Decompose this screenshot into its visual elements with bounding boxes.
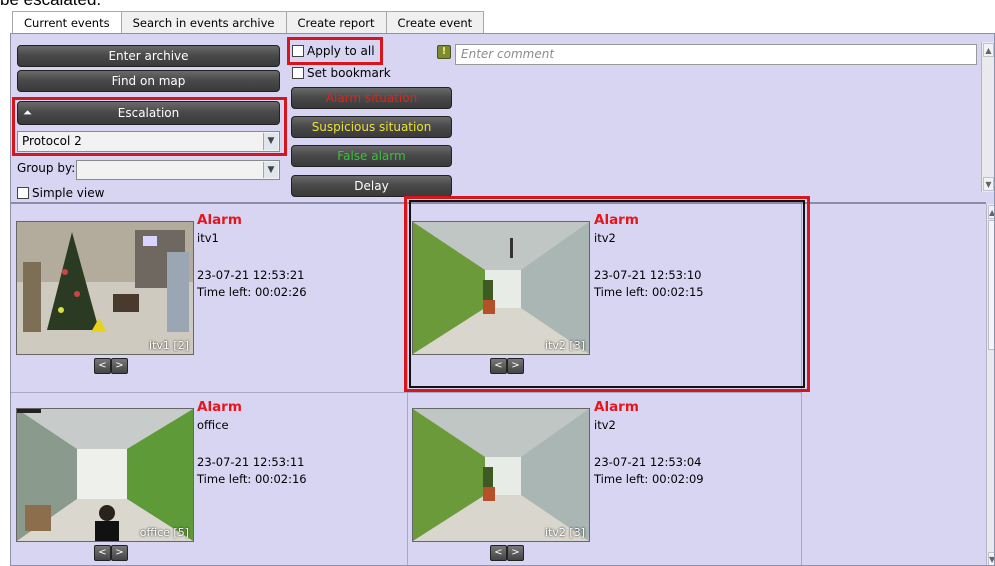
- chevron-down-icon: ▼: [263, 133, 278, 150]
- simple-view-checkbox[interactable]: [17, 187, 29, 199]
- event-card[interactable]: itv1 [2] < > Alarm itv1 23-07-21 12:53:2…: [11, 204, 407, 392]
- event-camera: itv1: [197, 231, 219, 245]
- event-camera: itv2: [594, 418, 616, 432]
- escalation-button[interactable]: ⏶ Escalation: [17, 101, 280, 125]
- selected-event-frame: [409, 200, 805, 388]
- next-frame-button[interactable]: >: [507, 545, 524, 561]
- scroll-down-icon[interactable]: ▼: [983, 177, 994, 191]
- group-by-label: Group by:: [17, 161, 76, 175]
- camera-thumb-label: itv1 [2]: [149, 339, 189, 352]
- camera-thumbnail[interactable]: itv1 [2]: [16, 221, 194, 355]
- apply-to-all-label: Apply to all: [307, 44, 375, 58]
- protocol-select[interactable]: Protocol 2 ▼: [17, 131, 280, 152]
- office-snapshot: [17, 409, 193, 541]
- clipped-caption: be escalated.: [0, 0, 101, 10]
- find-on-map-button[interactable]: Find on map: [17, 70, 280, 92]
- tab-current-events[interactable]: Current events: [12, 11, 122, 35]
- enter-archive-button[interactable]: Enter archive: [17, 45, 280, 67]
- corridor-snapshot: [413, 409, 589, 541]
- event-title: Alarm: [197, 399, 242, 415]
- tab-search-archive[interactable]: Search in events archive: [120, 11, 287, 34]
- set-bookmark-label: Set bookmark: [307, 66, 391, 80]
- event-datetime: 23-07-21 12:53:04: [594, 455, 702, 469]
- event-datetime: 23-07-21 12:53:11: [197, 455, 305, 469]
- scroll-thumb[interactable]: [988, 220, 994, 350]
- prev-frame-button[interactable]: <: [94, 358, 111, 374]
- false-alarm-button[interactable]: False alarm: [291, 145, 452, 167]
- next-frame-button[interactable]: >: [111, 358, 128, 374]
- chevron-down-icon: ▼: [263, 162, 278, 178]
- event-time-left: Time left: 00:02:16: [197, 472, 307, 486]
- events-grid: itv1 [2] < > Alarm itv1 23-07-21 12:53:2…: [11, 196, 994, 565]
- set-bookmark-checkbox[interactable]: [292, 67, 304, 79]
- scroll-down-icon[interactable]: ▼: [988, 552, 994, 565]
- event-title: Alarm: [197, 212, 242, 228]
- protocol-select-value: Protocol 2: [22, 134, 82, 148]
- event-title: Alarm: [594, 399, 639, 415]
- prev-frame-button[interactable]: <: [94, 545, 111, 561]
- event-datetime: 23-07-21 12:53:21: [197, 268, 305, 282]
- comment-scrollbar[interactable]: ▲ ▼: [981, 42, 994, 192]
- suspicious-situation-button[interactable]: Suspicious situation: [291, 116, 452, 138]
- current-events-panel: Enter archive Find on map ⏶ Escalation P…: [10, 33, 995, 566]
- comment-input[interactable]: Enter comment: [455, 44, 977, 65]
- group-by-select[interactable]: ▼: [76, 160, 280, 180]
- simple-view-label: Simple view: [32, 186, 105, 200]
- prev-frame-button[interactable]: <: [490, 545, 507, 561]
- camera-thumb-label: itv2 [3]: [545, 526, 585, 539]
- hint-icon: !: [437, 45, 451, 59]
- alarm-situation-button[interactable]: Alarm situation: [291, 87, 452, 109]
- lobby-snapshot: [17, 222, 193, 354]
- event-card[interactable]: office [5] < > Alarm office 23-07-21 12:…: [11, 393, 407, 565]
- escalation-label: Escalation: [117, 106, 180, 120]
- camera-thumb-label: office [5]: [139, 526, 189, 539]
- camera-thumbnail[interactable]: office [5]: [16, 408, 194, 542]
- tab-create-report[interactable]: Create report: [285, 11, 387, 34]
- scroll-up-icon[interactable]: ▲: [983, 43, 994, 57]
- camera-thumbnail[interactable]: itv2 [3]: [412, 408, 590, 542]
- event-card[interactable]: itv2 [3] < > Alarm itv2 23-07-21 12:53:0…: [408, 393, 801, 565]
- collapse-up-icon: ⏶: [23, 106, 32, 119]
- event-time-left: Time left: 00:02:09: [594, 472, 704, 486]
- scroll-up-icon[interactable]: ▲: [988, 205, 994, 219]
- event-camera: office: [197, 418, 229, 432]
- tab-create-event[interactable]: Create event: [385, 11, 485, 34]
- tab-bar: Current events Search in events archive …: [12, 11, 485, 35]
- events-scrollbar[interactable]: ▲ ▼: [986, 204, 994, 565]
- next-frame-button[interactable]: >: [111, 545, 128, 561]
- apply-to-all-checkbox[interactable]: [292, 45, 304, 57]
- delay-button[interactable]: Delay: [291, 175, 452, 197]
- event-time-left: Time left: 00:02:26: [197, 285, 307, 299]
